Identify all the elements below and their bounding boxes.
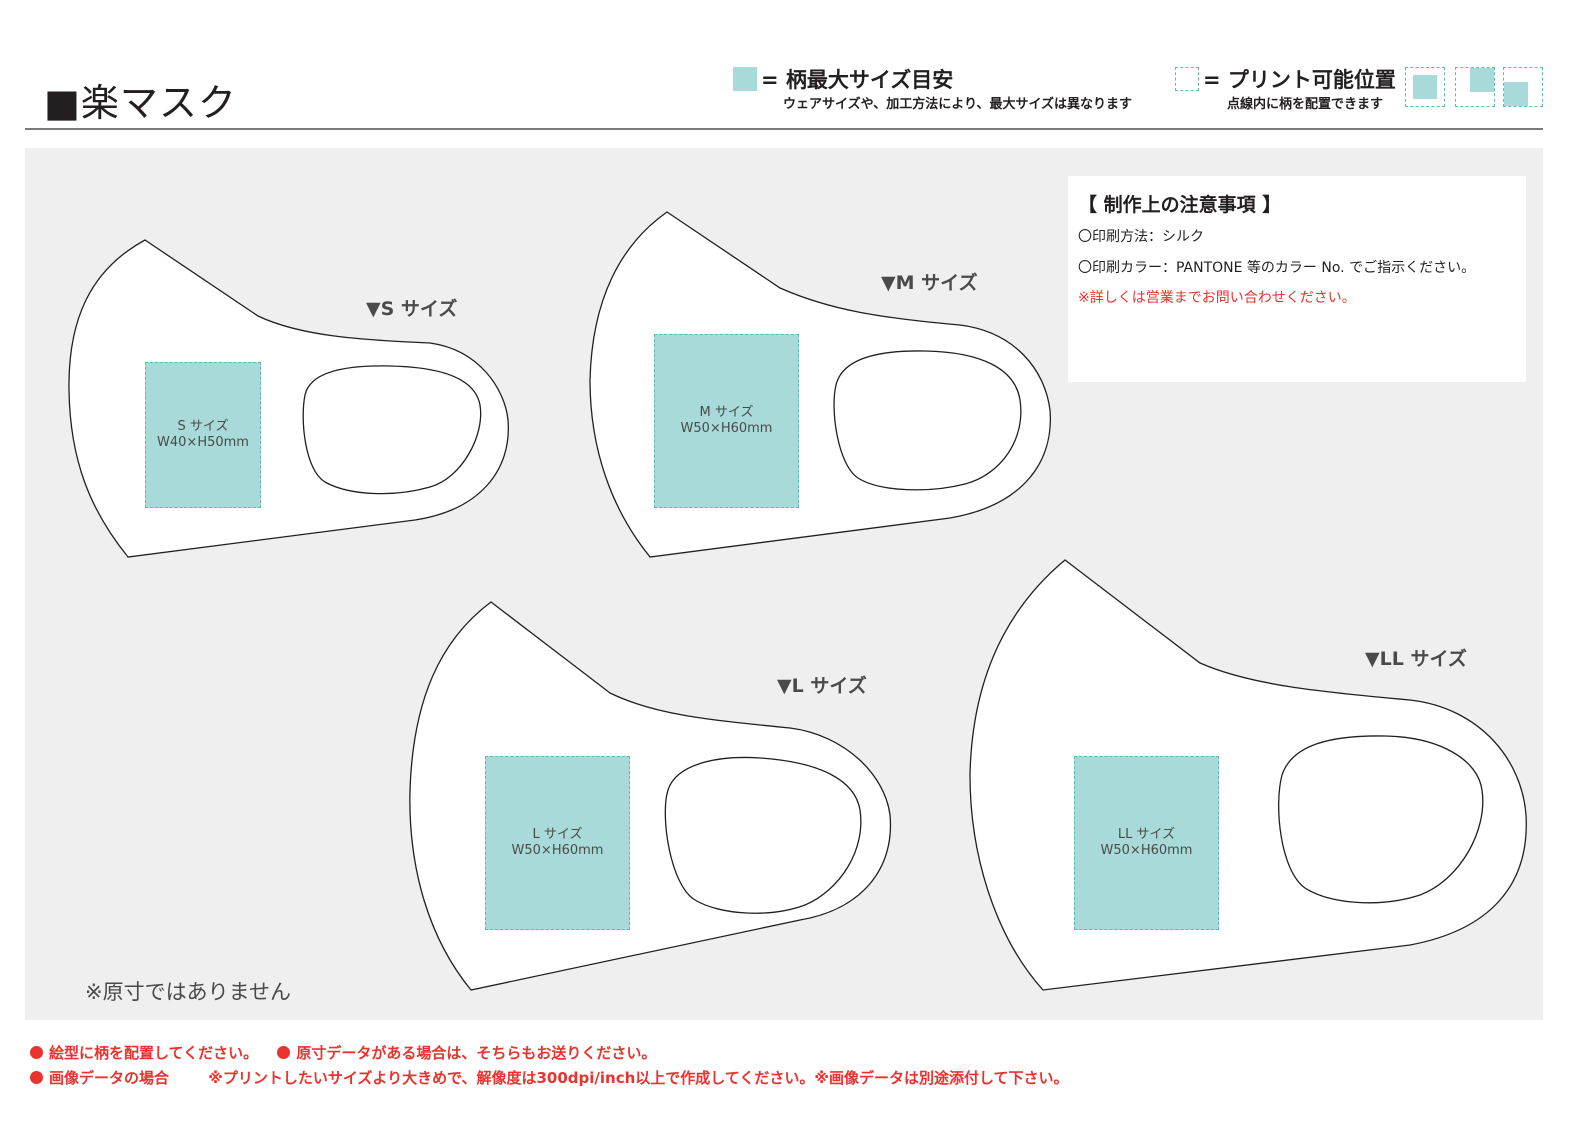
print-area-l-name: L サイズ xyxy=(532,827,583,842)
footer-place-pattern: 絵型に柄を配置してください。 xyxy=(49,1044,259,1062)
print-area-s: S サイズ W40×H50mm xyxy=(145,362,261,508)
footer-image-requirements: ※プリントしたいサイズより大きめで、解像度は300dpi/inch以上で作成して… xyxy=(208,1069,1069,1087)
mask-m-label: ▼M サイズ xyxy=(881,272,978,294)
notes-line-print-method: 〇印刷方法：シルク xyxy=(1078,229,1204,245)
notes-warning: ※詳しくは営業までお問い合わせください。 xyxy=(1078,290,1356,306)
print-area-s-size: W40×H50mm xyxy=(157,435,249,450)
print-area-m: M サイズ W50×H60mm xyxy=(654,334,799,508)
mask-ll-label: ▼LL サイズ xyxy=(1365,648,1467,670)
notes-line-print-color: 〇印刷カラー：PANTONE 等のカラー No. でご指示ください。 xyxy=(1078,260,1476,276)
notes-title: 【 制作上の注意事項 】 xyxy=(1078,194,1282,216)
footer-line-2: 画像データの場合 ※プリントしたいサイズより大きめで、解像度は300dpi/in… xyxy=(30,1067,1069,1088)
not-actual-size-note: ※原寸ではありません xyxy=(85,980,291,1004)
bullet-icon xyxy=(277,1046,291,1059)
print-area-l: L サイズ W50×H60mm xyxy=(485,756,630,930)
print-area-ll: LL サイズ W50×H60mm xyxy=(1074,756,1219,930)
footer-image-data: 画像データの場合 xyxy=(49,1069,170,1087)
print-area-m-name: M サイズ xyxy=(699,405,754,420)
print-area-s-name: S サイズ xyxy=(177,419,229,434)
footer-line-1: 絵型に柄を配置してください。 原寸データがある場合は、そちらもお送りください。 xyxy=(30,1042,656,1063)
bullet-icon xyxy=(30,1046,43,1059)
mask-s-label: ▼S サイズ xyxy=(366,298,458,320)
print-area-l-size: W50×H60mm xyxy=(511,843,604,858)
mask-l-label: ▼L サイズ xyxy=(777,675,867,697)
footer-send-original: 原寸データがある場合は、そちらもお送りください。 xyxy=(296,1044,657,1062)
print-area-m-size: W50×H60mm xyxy=(680,421,773,436)
mask-outlines xyxy=(68,211,1527,991)
bullet-icon xyxy=(30,1071,43,1084)
production-notes: 【 制作上の注意事項 】 〇印刷方法：シルク 〇印刷カラー：PANTONE 等の… xyxy=(1068,176,1526,382)
mask-m-ear-hole xyxy=(833,350,1022,491)
print-area-ll-name: LL サイズ xyxy=(1117,827,1176,842)
print-area-ll-size: W50×H60mm xyxy=(1100,843,1193,858)
